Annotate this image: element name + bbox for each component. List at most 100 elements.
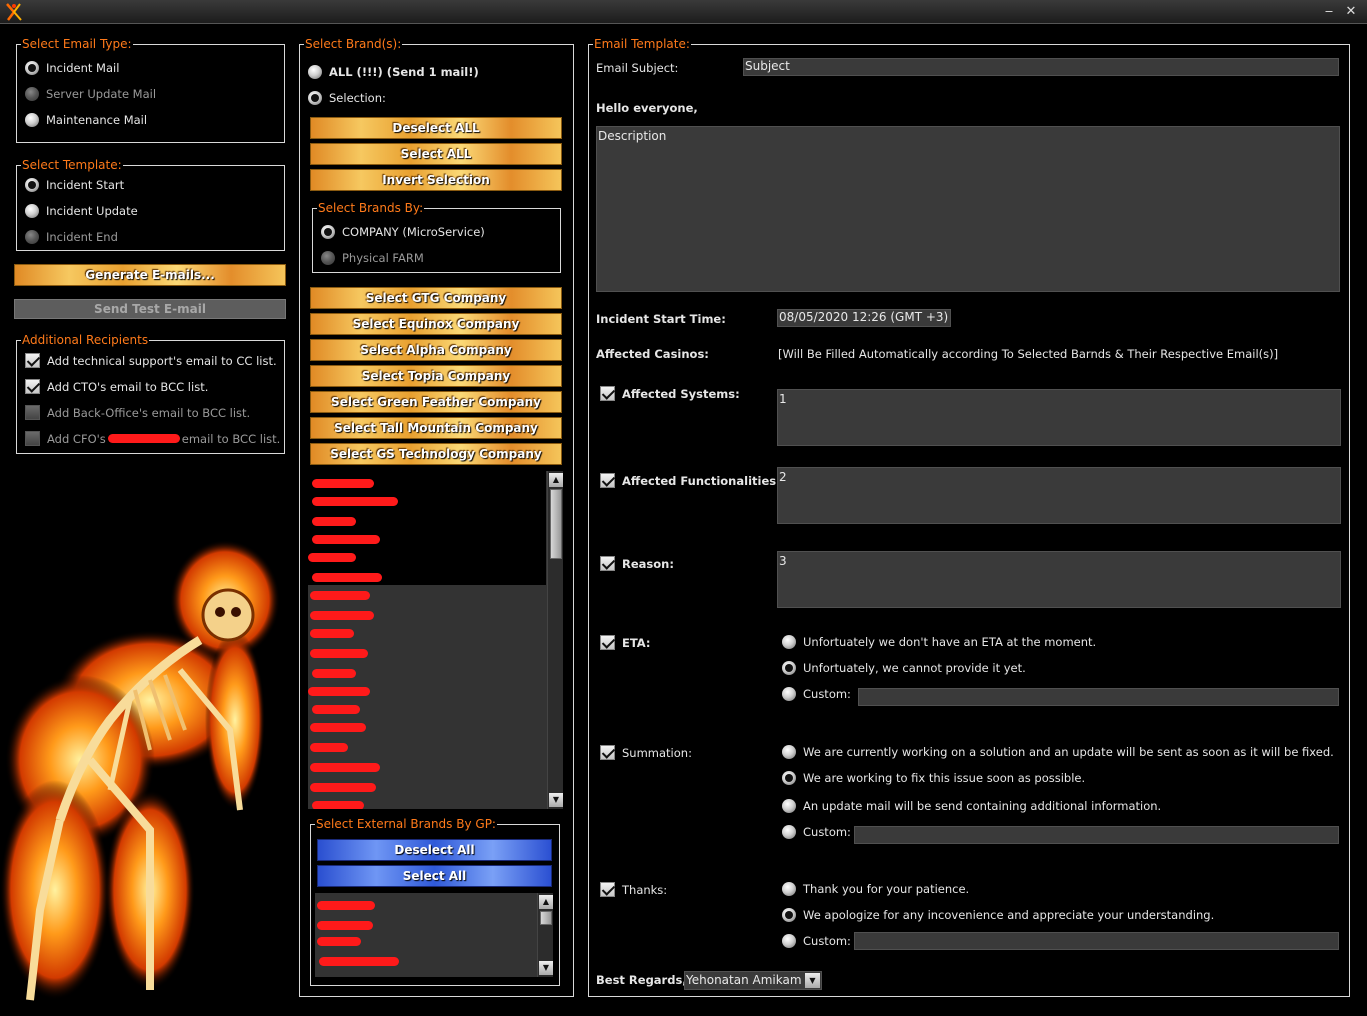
radio-summation-fix-soon[interactable]: We are working to fix this issue soon as… <box>782 771 1085 785</box>
greeting-text: Hello everyone, <box>596 101 698 115</box>
radio-thanks-apologize[interactable]: We apologize for any incovenience and ap… <box>782 908 1214 922</box>
affected-casinos-value: [Will Be Filled Automatically according … <box>778 347 1279 361</box>
radio-summation-update-mail[interactable]: An update mail will be send containing a… <box>782 799 1161 813</box>
select-equinox-company-button[interactable]: Select Equinox Company <box>310 313 562 335</box>
select-all-brands-button[interactable]: Select ALL <box>310 143 562 165</box>
radio-by-physical-farm[interactable]: Physical FARM <box>321 251 424 265</box>
radio-icon <box>782 635 796 649</box>
redaction-mark <box>310 723 366 732</box>
summation-custom-input[interactable] <box>854 826 1339 844</box>
generate-emails-button[interactable]: Generate E-mails... <box>14 264 286 286</box>
radio-icon <box>25 230 39 244</box>
checkbox-tech-support-cc[interactable]: Add technical support's email to CC list… <box>25 353 277 368</box>
radio-selection[interactable]: Selection: <box>308 91 386 105</box>
radio-by-company[interactable]: COMPANY (MicroService) <box>321 225 485 239</box>
scroll-thumb[interactable] <box>540 911 552 925</box>
redaction-mark <box>312 705 360 714</box>
select-gtg-company-button[interactable]: Select GTG Company <box>310 287 562 309</box>
radio-thanks-patience[interactable]: Thank you for your patience. <box>782 882 969 896</box>
select-topia-company-button[interactable]: Select Topia Company <box>310 365 562 387</box>
radio-selected-icon <box>782 661 796 675</box>
radio-summation-custom[interactable]: Custom: <box>782 825 851 839</box>
checkbox-checked-icon <box>600 882 615 897</box>
checkbox-summation[interactable]: Summation: <box>600 745 692 760</box>
send-test-email-button[interactable]: Send Test E-mail <box>14 299 286 319</box>
scroll-down-icon[interactable]: ▼ <box>549 793 563 807</box>
eta-custom-input[interactable] <box>858 688 1339 706</box>
title-bar: ‒ ✕ <box>0 0 1367 24</box>
incident-start-time-input[interactable]: 08/05/2020 12:26 (GMT +3) <box>777 309 951 327</box>
checkbox-affected-functionalities[interactable]: Affected Functionalities: <box>600 473 781 488</box>
scroll-thumb[interactable] <box>550 489 562 559</box>
select-all-external-button[interactable]: Select All <box>317 865 552 887</box>
checkbox-checked-icon <box>600 473 615 488</box>
invert-selection-button[interactable]: Invert Selection <box>310 169 562 191</box>
reason-textarea[interactable]: 3 <box>777 551 1341 608</box>
description-textarea[interactable]: Description <box>596 126 1340 292</box>
redaction-mark <box>312 479 374 488</box>
best-regards-label: Best Regards, <box>596 973 687 987</box>
checkbox-cto-bcc[interactable]: Add CTO's email to BCC list. <box>25 379 208 394</box>
checkbox-thanks[interactable]: Thanks: <box>600 882 667 897</box>
radio-maintenance-mail[interactable]: Maintenance Mail <box>25 113 147 127</box>
close-button[interactable]: ✕ <box>1342 4 1360 20</box>
radio-incident-end[interactable]: Incident End <box>25 230 118 244</box>
email-subject-input[interactable]: Subject <box>743 58 1339 76</box>
radio-selected-icon <box>782 908 796 922</box>
radio-incident-update[interactable]: Incident Update <box>25 204 138 218</box>
chevron-down-icon[interactable]: ▼ <box>805 973 820 988</box>
external-brands-list[interactable]: ▲ ▼ <box>315 893 553 977</box>
brands-legend: Select Brand(s): <box>304 37 403 51</box>
template-legend: Select Template: <box>21 158 123 172</box>
radio-icon <box>782 687 796 701</box>
radio-icon <box>25 204 39 218</box>
minimize-button[interactable]: ‒ <box>1320 4 1338 20</box>
redaction-mark <box>310 629 354 638</box>
radio-icon <box>321 251 335 265</box>
select-tall-mountain-company-button[interactable]: Select Tall Mountain Company <box>310 417 562 439</box>
external-brands-legend: Select External Brands By GP: <box>315 817 497 831</box>
radio-eta-no-eta[interactable]: Unfortuately we don't have an ETA at the… <box>782 635 1096 649</box>
checkbox-back-office-bcc[interactable]: Add Back-Office's email to BCC list. <box>25 405 250 420</box>
radio-incident-start[interactable]: Incident Start <box>25 178 124 192</box>
affected-systems-textarea[interactable]: 1 <box>777 389 1341 446</box>
deselect-all-external-button[interactable]: Deselect All <box>317 839 552 861</box>
checkbox-cfo-bcc[interactable]: Add CFO's email to BCC list. <box>25 431 280 446</box>
radio-server-update-mail[interactable]: Server Update Mail <box>25 87 156 101</box>
deselect-all-brands-button[interactable]: Deselect ALL <box>310 117 562 139</box>
radio-eta-custom[interactable]: Custom: <box>782 687 851 701</box>
select-gs-technology-company-button[interactable]: Select GS Technology Company <box>310 443 562 465</box>
scroll-up-icon[interactable]: ▲ <box>549 473 563 487</box>
checkbox-checked-icon <box>600 635 615 650</box>
checkbox-checked-icon <box>600 745 615 760</box>
radio-selected-icon <box>782 771 796 785</box>
radio-summation-working-solution[interactable]: We are currently working on a solution a… <box>782 745 1334 759</box>
additional-recipients-legend: Additional Recipients <box>21 333 150 347</box>
radio-all-brands[interactable]: ALL (!!!) (Send 1 mail!) <box>308 65 479 79</box>
scroll-down-icon[interactable]: ▼ <box>539 961 553 975</box>
brands-list-scrollbar[interactable]: ▲ ▼ <box>547 471 563 809</box>
radio-icon <box>782 799 796 813</box>
radio-incident-mail[interactable]: Incident Mail <box>25 61 119 75</box>
redaction-mark <box>310 611 374 620</box>
radio-eta-cannot-provide[interactable]: Unfortuately, we cannot provide it yet. <box>782 661 1026 675</box>
brands-list[interactable]: ▲ ▼ <box>308 471 563 809</box>
external-list-scrollbar[interactable]: ▲ ▼ <box>537 893 553 977</box>
checkbox-reason[interactable]: Reason: <box>600 556 674 571</box>
checkbox-affected-systems[interactable]: Affected Systems: <box>600 386 740 401</box>
scroll-up-icon[interactable]: ▲ <box>539 895 553 909</box>
sender-name-select[interactable]: Yehonatan Amikam ▼ <box>684 971 822 990</box>
select-alpha-company-button[interactable]: Select Alpha Company <box>310 339 562 361</box>
redaction-mark <box>308 687 370 696</box>
affected-functionalities-textarea[interactable]: 2 <box>777 467 1341 524</box>
thanks-custom-input[interactable] <box>854 932 1339 950</box>
select-green-feather-company-button[interactable]: Select Green Feather Company <box>310 391 562 413</box>
checkbox-eta[interactable]: ETA: <box>600 635 651 650</box>
radio-icon <box>308 65 322 79</box>
radio-thanks-custom[interactable]: Custom: <box>782 934 851 948</box>
redaction-mark <box>312 517 356 526</box>
redaction-mark <box>312 535 380 544</box>
checkbox-icon <box>25 431 40 446</box>
redaction-mark <box>312 801 364 809</box>
radio-icon <box>782 825 796 839</box>
